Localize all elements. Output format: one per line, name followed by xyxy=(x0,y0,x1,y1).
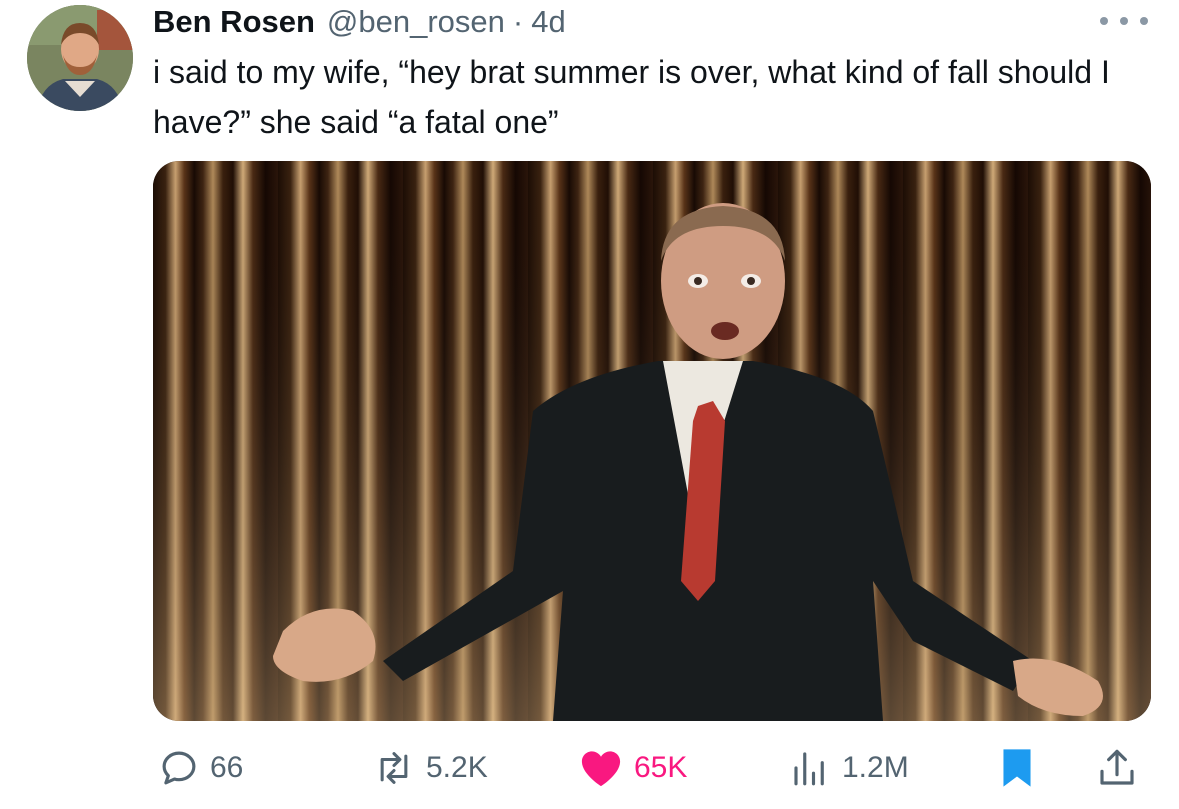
like-count: 65K xyxy=(634,751,688,784)
author-name[interactable]: Ben Rosen xyxy=(153,4,315,40)
bookmark-icon xyxy=(1000,746,1034,790)
heart-icon xyxy=(578,747,624,789)
action-bar: 66 5.2K 65K 1.2M xyxy=(0,740,1179,796)
retweet-button[interactable]: 5.2K xyxy=(372,740,488,796)
author-avatar[interactable] xyxy=(27,5,133,111)
tweet-timestamp[interactable]: 4d xyxy=(531,4,565,40)
author-handle[interactable]: @ben_rosen xyxy=(327,4,505,40)
reply-button[interactable]: 66 xyxy=(158,740,243,796)
more-icon[interactable] xyxy=(1100,12,1148,30)
reply-icon xyxy=(158,747,200,789)
retweet-count: 5.2K xyxy=(426,751,488,784)
tweet-text: i said to my wife, “hey brat summer is o… xyxy=(153,54,1110,140)
retweet-icon xyxy=(372,747,416,789)
share-icon xyxy=(1097,746,1137,790)
share-button[interactable] xyxy=(1097,740,1147,796)
like-button[interactable]: 65K xyxy=(578,740,687,796)
views-button[interactable]: 1.2M xyxy=(788,740,909,796)
reply-count: 66 xyxy=(210,751,244,784)
separator-dot: · xyxy=(512,4,524,39)
tweet-header: Ben Rosen @ben_rosen · 4d xyxy=(153,0,566,44)
bookmark-button[interactable] xyxy=(1000,740,1044,796)
tweet-media-image[interactable] xyxy=(153,161,1151,721)
views-count: 1.2M xyxy=(842,751,909,784)
views-icon xyxy=(788,747,832,789)
